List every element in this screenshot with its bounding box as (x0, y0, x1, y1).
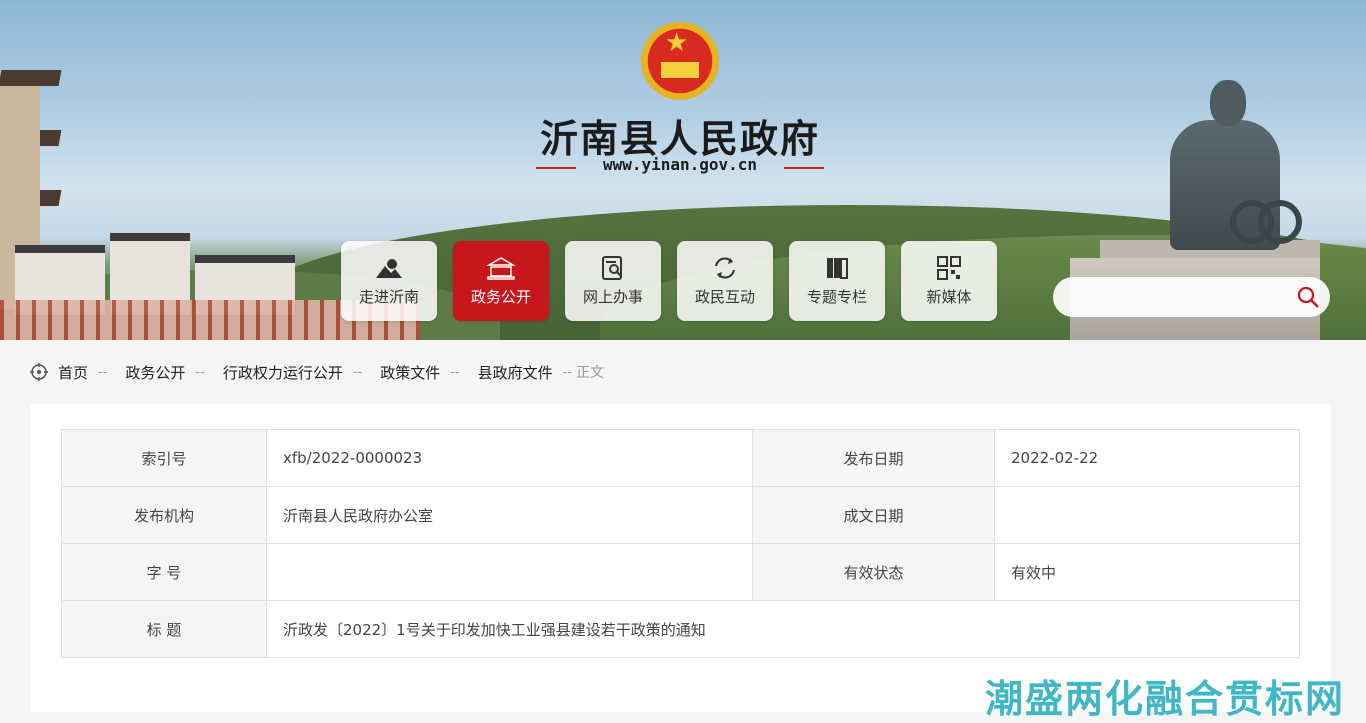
building-icon (486, 256, 516, 280)
title-label: 标 题 (61, 600, 267, 658)
nav-item-label: 政务公开 (470, 287, 531, 306)
publish-date-label: 发布日期 (752, 429, 995, 487)
nav-item-label: 新媒体 (926, 287, 972, 306)
breadcrumb-current: 正文 (576, 365, 605, 381)
content-panel: 索引号 xfb/2022-0000023 发布日期 2022-02-22 发布机… (30, 404, 1331, 712)
location-icon (30, 363, 48, 381)
breadcrumb-zhengce-wenjian[interactable]: 政策文件 (380, 362, 440, 383)
breadcrumb-separator: -- (352, 364, 363, 380)
publish-date-value: 2022-02-22 (994, 429, 1300, 487)
breadcrumb-zhengwu-gongkai[interactable]: 政务公开 (125, 362, 185, 383)
nav-item-xin-meiti[interactable]: 新媒体 (901, 241, 997, 321)
table-row: 字 号 有效状态 有效中 (61, 543, 1300, 601)
nav-item-label: 政民互动 (694, 287, 755, 306)
table-row: 标 题 沂政发〔2022〕1号关于印发加快工业强县建设若干政策的通知 (61, 600, 1300, 658)
table-row: 发布机构 沂南县人民政府办公室 成文日期 (61, 486, 1300, 544)
doc-number-value (266, 543, 753, 601)
nav-item-label: 走进沂南 (358, 287, 419, 306)
nav-item-zhengwu-gongkai[interactable]: 政务公开 (453, 241, 549, 321)
search-icon[interactable] (1296, 285, 1320, 309)
books-icon (822, 256, 852, 280)
watermark: 潮盛两化融合贯标网 (985, 677, 1346, 721)
nav-item-label: 专题专栏 (806, 287, 867, 306)
landscape-icon (374, 256, 404, 280)
statue-image (1140, 80, 1302, 250)
exchange-icon (710, 256, 740, 280)
status-label: 有效状态 (752, 543, 995, 601)
header-banner: ★ 沂南县人民政府 www.yinan.gov.cn 走进沂南 政务公开 网上办… (0, 0, 1366, 340)
breadcrumb-separator: -- (450, 364, 460, 380)
written-date-value (994, 486, 1300, 544)
breadcrumb-separator: -- (562, 364, 573, 380)
written-date-label: 成文日期 (752, 486, 995, 544)
nav-item-zoujin-yinan[interactable]: 走进沂南 (341, 241, 437, 321)
index-value: xfb/2022-0000023 (266, 429, 753, 487)
qrcode-icon (934, 255, 964, 280)
index-label: 索引号 (61, 429, 267, 487)
nav-item-label: 网上办事 (582, 287, 643, 306)
main-nav: 走进沂南 政务公开 网上办事 政民互动 专题专栏 新媒体 (341, 241, 997, 321)
breadcrumb-xianzhengfu-wenjian[interactable]: 县政府文件 (478, 362, 553, 383)
title-value: 沂政发〔2022〕1号关于印发加快工业强县建设若干政策的通知 (266, 600, 1300, 658)
publisher-value: 沂南县人民政府办公室 (266, 486, 753, 544)
status-value: 有效中 (994, 543, 1300, 601)
search-box[interactable] (1053, 277, 1330, 317)
breadcrumb-home[interactable]: 首页 (58, 362, 88, 383)
publisher-label: 发布机构 (61, 486, 267, 544)
document-info-table: 索引号 xfb/2022-0000023 发布日期 2022-02-22 发布机… (61, 429, 1300, 658)
breadcrumb: 首页 -- 政务公开 -- 行政权力运行公开 -- 政策文件 -- 县政府文件 … (30, 357, 604, 387)
breadcrumb-separator: -- (195, 364, 205, 380)
breadcrumb-xingzheng-quanli[interactable]: 行政权力运行公开 (223, 362, 343, 383)
doc-number-label: 字 号 (61, 543, 267, 601)
table-row: 索引号 xfb/2022-0000023 发布日期 2022-02-22 (61, 429, 1300, 487)
nav-item-zhuanti-zhuanlan[interactable]: 专题专栏 (789, 241, 885, 321)
national-emblem-logo: ★ (641, 22, 719, 104)
nav-item-wangshang-banshi[interactable]: 网上办事 (565, 241, 661, 321)
document-search-icon (598, 255, 628, 280)
breadcrumb-separator: -- (98, 364, 108, 380)
nav-item-zhengmin-hudong[interactable]: 政民互动 (677, 241, 773, 321)
site-url: www.yinan.gov.cn (530, 155, 830, 174)
